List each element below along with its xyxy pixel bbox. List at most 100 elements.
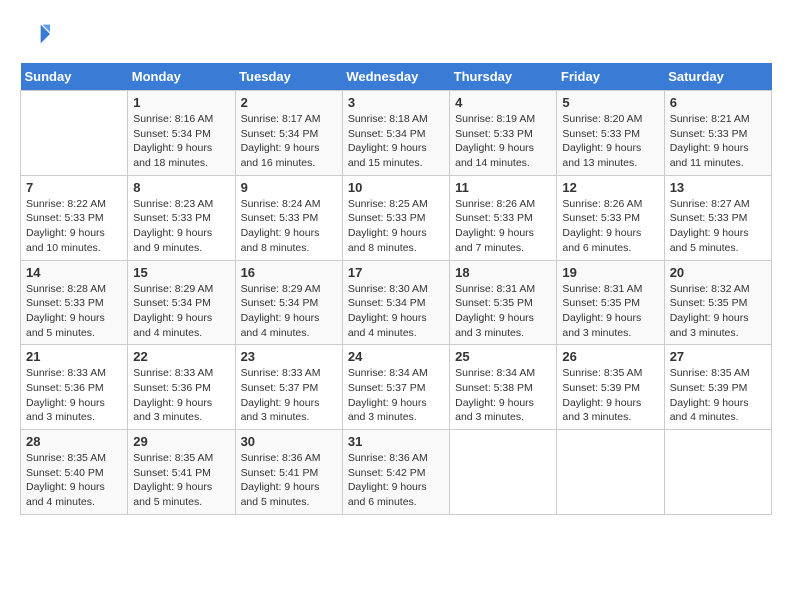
day-number: 7 <box>26 180 122 195</box>
header-cell-wednesday: Wednesday <box>342 63 449 91</box>
day-number: 16 <box>241 265 337 280</box>
calendar-cell: 18Sunrise: 8:31 AMSunset: 5:35 PMDayligh… <box>450 260 557 345</box>
day-number: 28 <box>26 434 122 449</box>
day-info: Sunrise: 8:33 AMSunset: 5:36 PMDaylight:… <box>26 366 122 425</box>
calendar-cell: 5 Sunrise: 8:20 AMSunset: 5:33 PMDaylight… <box>557 91 664 176</box>
day-info: Sunrise: 8:34 AMSunset: 5:37 PMDaylight:… <box>348 366 444 425</box>
calendar-cell: 10 Sunrise: 8:25 AMSunset: 5:33 PMDayligh… <box>342 175 449 260</box>
calendar-cell: 16 Sunrise: 8:29 AMSunset: 5:34 PMDayligh… <box>235 260 342 345</box>
day-number: 23 <box>241 349 337 364</box>
calendar-cell: 26 Sunrise: 8:35 AMSunset: 5:39 PMDayligh… <box>557 345 664 430</box>
header-cell-saturday: Saturday <box>664 63 771 91</box>
calendar-cell: 15 Sunrise: 8:29 AMSunset: 5:34 PMDayligh… <box>128 260 235 345</box>
header-cell-friday: Friday <box>557 63 664 91</box>
calendar-cell <box>450 430 557 515</box>
calendar-cell: 8 Sunrise: 8:23 AMSunset: 5:33 PMDaylight… <box>128 175 235 260</box>
logo <box>20 20 50 53</box>
calendar-cell: 27 Sunrise: 8:35 AMSunset: 5:39 PMDayligh… <box>664 345 771 430</box>
calendar-cell: 1Sunrise: 8:16 AMSunset: 5:34 PMDaylight… <box>128 91 235 176</box>
day-info: Sunrise: 8:19 AMSunset: 5:33 PMDaylight:… <box>455 112 551 171</box>
day-info: Sunrise: 8:35 AMSunset: 5:40 PMDaylight:… <box>26 451 122 510</box>
calendar-cell: 6 Sunrise: 8:21 AMSunset: 5:33 PMDaylight… <box>664 91 771 176</box>
day-number: 3 <box>348 95 444 110</box>
day-number: 19 <box>562 265 658 280</box>
day-number: 6 <box>670 95 766 110</box>
calendar-cell: 29 Sunrise: 8:35 AMSunset: 5:41 PMDayligh… <box>128 430 235 515</box>
calendar-table: SundayMondayTuesdayWednesdayThursdayFrid… <box>20 63 772 515</box>
day-number: 13 <box>670 180 766 195</box>
logo-icon <box>22 20 50 48</box>
day-info: Sunrise: 8:35 AMSunset: 5:39 PMDaylight:… <box>670 366 766 425</box>
day-number: 25 <box>455 349 551 364</box>
day-number: 26 <box>562 349 658 364</box>
day-number: 4 <box>455 95 551 110</box>
calendar-cell: 2 Sunrise: 8:17 AMSunset: 5:34 PMDaylight… <box>235 91 342 176</box>
day-number: 20 <box>670 265 766 280</box>
header-cell-thursday: Thursday <box>450 63 557 91</box>
day-info: Sunrise: 8:33 AMSunset: 5:37 PMDaylight:… <box>241 366 337 425</box>
day-info: Sunrise: 8:29 AMSunset: 5:34 PMDaylight:… <box>133 282 229 341</box>
calendar-cell: 23 Sunrise: 8:33 AMSunset: 5:37 PMDayligh… <box>235 345 342 430</box>
day-number: 15 <box>133 265 229 280</box>
calendar-cell: 20 Sunrise: 8:32 AMSunset: 5:35 PMDayligh… <box>664 260 771 345</box>
calendar-cell: 4 Sunrise: 8:19 AMSunset: 5:33 PMDaylight… <box>450 91 557 176</box>
calendar-cell: 3 Sunrise: 8:18 AMSunset: 5:34 PMDaylight… <box>342 91 449 176</box>
day-number: 11 <box>455 180 551 195</box>
day-number: 8 <box>133 180 229 195</box>
calendar-cell: 9 Sunrise: 8:24 AMSunset: 5:33 PMDaylight… <box>235 175 342 260</box>
day-info: Sunrise: 8:32 AMSunset: 5:35 PMDaylight:… <box>670 282 766 341</box>
day-number: 1 <box>133 95 229 110</box>
calendar-week-2: 7 Sunrise: 8:22 AMSunset: 5:33 PMDaylight… <box>21 175 772 260</box>
calendar-week-4: 21Sunrise: 8:33 AMSunset: 5:36 PMDayligh… <box>21 345 772 430</box>
day-info: Sunrise: 8:20 AMSunset: 5:33 PMDaylight:… <box>562 112 658 171</box>
day-info: Sunrise: 8:25 AMSunset: 5:33 PMDaylight:… <box>348 197 444 256</box>
day-number: 22 <box>133 349 229 364</box>
calendar-week-5: 28 Sunrise: 8:35 AMSunset: 5:40 PMDayligh… <box>21 430 772 515</box>
day-info: Sunrise: 8:35 AMSunset: 5:39 PMDaylight:… <box>562 366 658 425</box>
day-info: Sunrise: 8:26 AMSunset: 5:33 PMDaylight:… <box>562 197 658 256</box>
day-info: Sunrise: 8:27 AMSunset: 5:33 PMDaylight:… <box>670 197 766 256</box>
calendar-cell: 12 Sunrise: 8:26 AMSunset: 5:33 PMDayligh… <box>557 175 664 260</box>
header-cell-monday: Monday <box>128 63 235 91</box>
day-number: 12 <box>562 180 658 195</box>
day-number: 9 <box>241 180 337 195</box>
day-number: 29 <box>133 434 229 449</box>
day-info: Sunrise: 8:31 AMSunset: 5:35 PMDaylight:… <box>562 282 658 341</box>
day-info: Sunrise: 8:21 AMSunset: 5:33 PMDaylight:… <box>670 112 766 171</box>
calendar-week-1: 1Sunrise: 8:16 AMSunset: 5:34 PMDaylight… <box>21 91 772 176</box>
day-number: 31 <box>348 434 444 449</box>
calendar-header-row: SundayMondayTuesdayWednesdayThursdayFrid… <box>21 63 772 91</box>
calendar-cell: 19 Sunrise: 8:31 AMSunset: 5:35 PMDayligh… <box>557 260 664 345</box>
day-info: Sunrise: 8:35 AMSunset: 5:41 PMDaylight:… <box>133 451 229 510</box>
day-number: 24 <box>348 349 444 364</box>
header-cell-sunday: Sunday <box>21 63 128 91</box>
day-info: Sunrise: 8:28 AMSunset: 5:33 PMDaylight:… <box>26 282 122 341</box>
calendar-cell: 14 Sunrise: 8:28 AMSunset: 5:33 PMDayligh… <box>21 260 128 345</box>
calendar-cell: 24 Sunrise: 8:34 AMSunset: 5:37 PMDayligh… <box>342 345 449 430</box>
calendar-cell: 25Sunrise: 8:34 AMSunset: 5:38 PMDayligh… <box>450 345 557 430</box>
day-info: Sunrise: 8:24 AMSunset: 5:33 PMDaylight:… <box>241 197 337 256</box>
calendar-cell: 30 Sunrise: 8:36 AMSunset: 5:41 PMDayligh… <box>235 430 342 515</box>
calendar-cell: 17Sunrise: 8:30 AMSunset: 5:34 PMDayligh… <box>342 260 449 345</box>
calendar-cell: 28 Sunrise: 8:35 AMSunset: 5:40 PMDayligh… <box>21 430 128 515</box>
calendar-body: 1Sunrise: 8:16 AMSunset: 5:34 PMDaylight… <box>21 91 772 515</box>
day-info: Sunrise: 8:18 AMSunset: 5:34 PMDaylight:… <box>348 112 444 171</box>
day-info: Sunrise: 8:33 AMSunset: 5:36 PMDaylight:… <box>133 366 229 425</box>
day-number: 14 <box>26 265 122 280</box>
day-info: Sunrise: 8:23 AMSunset: 5:33 PMDaylight:… <box>133 197 229 256</box>
day-info: Sunrise: 8:17 AMSunset: 5:34 PMDaylight:… <box>241 112 337 171</box>
day-number: 17 <box>348 265 444 280</box>
day-info: Sunrise: 8:22 AMSunset: 5:33 PMDaylight:… <box>26 197 122 256</box>
day-number: 2 <box>241 95 337 110</box>
day-number: 5 <box>562 95 658 110</box>
day-number: 10 <box>348 180 444 195</box>
day-info: Sunrise: 8:29 AMSunset: 5:34 PMDaylight:… <box>241 282 337 341</box>
day-number: 27 <box>670 349 766 364</box>
day-info: Sunrise: 8:36 AMSunset: 5:41 PMDaylight:… <box>241 451 337 510</box>
calendar-cell <box>557 430 664 515</box>
day-number: 30 <box>241 434 337 449</box>
calendar-cell: 22 Sunrise: 8:33 AMSunset: 5:36 PMDayligh… <box>128 345 235 430</box>
calendar-cell: 7 Sunrise: 8:22 AMSunset: 5:33 PMDaylight… <box>21 175 128 260</box>
day-info: Sunrise: 8:36 AMSunset: 5:42 PMDaylight:… <box>348 451 444 510</box>
header-cell-tuesday: Tuesday <box>235 63 342 91</box>
